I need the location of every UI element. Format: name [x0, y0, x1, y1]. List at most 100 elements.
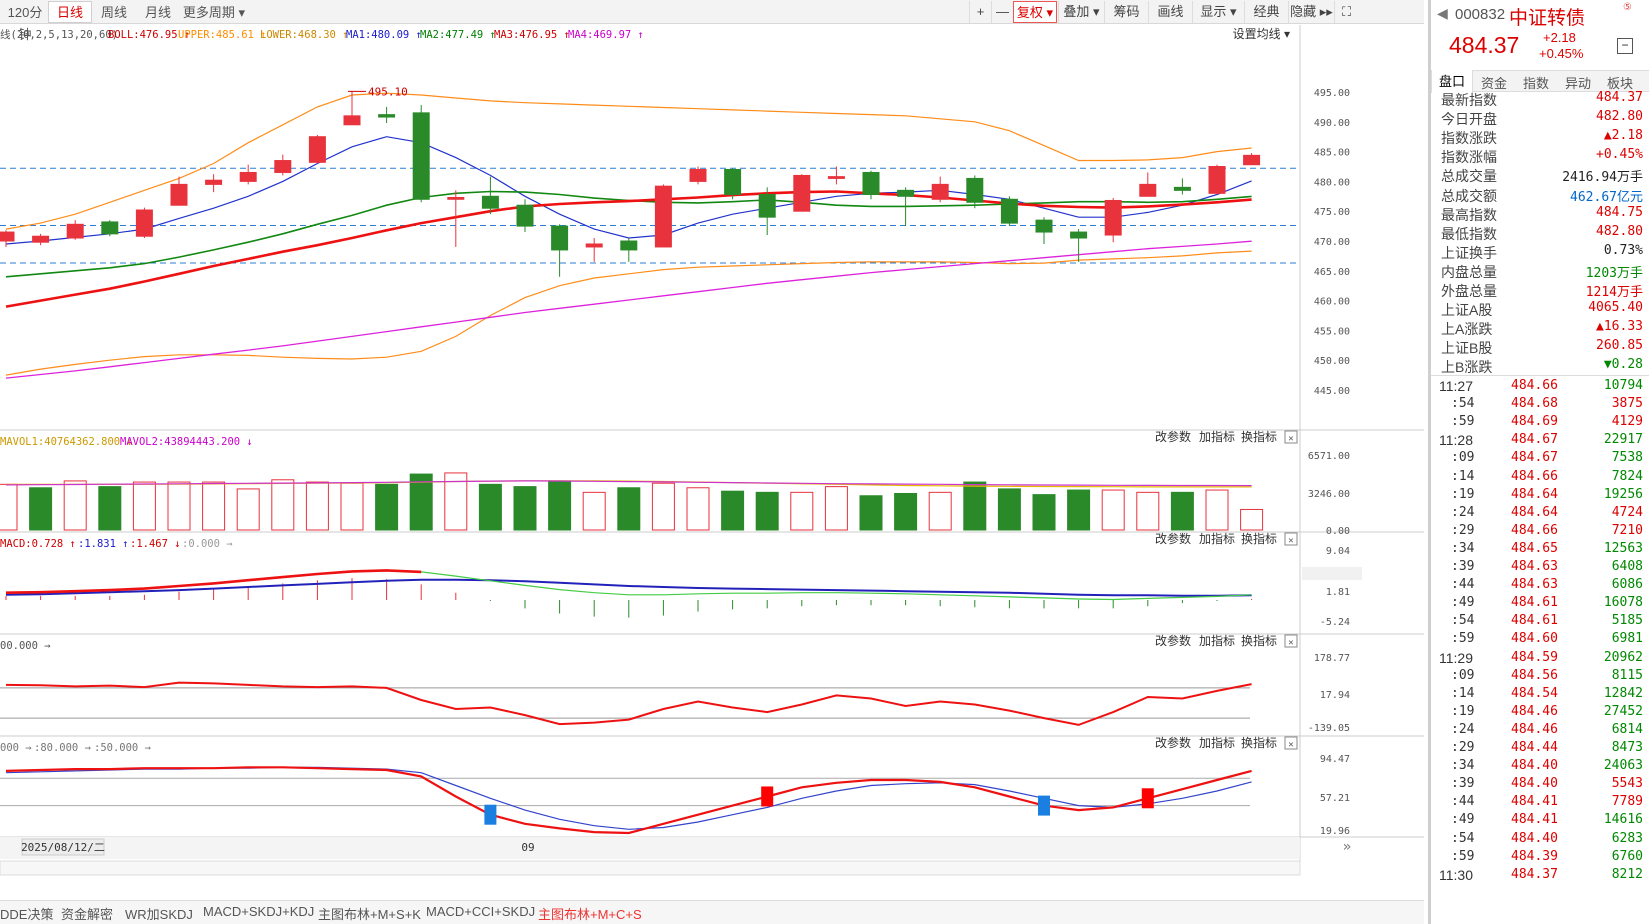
volume-bar-down — [721, 490, 745, 531]
zoom-out-button[interactable]: — — [991, 1, 1013, 23]
quote-row: 今日开盘 482.80 — [1431, 108, 1649, 127]
template-tab-fund[interactable]: 资金解密 — [61, 904, 113, 923]
chips-button[interactable]: 筹码 — [1104, 1, 1148, 23]
volume-bar-up — [167, 481, 191, 531]
tick-time: :09 — [1451, 450, 1475, 466]
candle-body — [447, 196, 465, 200]
quote-label: 总成交量 — [1441, 168, 1497, 185]
tick-row: :59 484.39 6760 — [1431, 848, 1649, 866]
scroll-right-icon[interactable]: » — [1343, 839, 1351, 855]
switch-indicator-button[interactable]: 换指标 — [1241, 633, 1277, 648]
ma-settings-dropdown[interactable]: 设置均线 ▾ — [1233, 27, 1290, 41]
quote-value: 2416.94万手 — [1562, 170, 1643, 186]
close-icon[interactable]: ✕ — [1288, 434, 1293, 444]
kdj-legend-item: :50.000 → — [94, 742, 151, 754]
add-indicator-button[interactable]: 加指标 — [1199, 531, 1235, 546]
quote-value: 1214万手 — [1585, 285, 1643, 300]
cci-axis-tick: 17.94 — [1320, 690, 1350, 701]
template-tab-boll-msk[interactable]: 主图布林+M+S+K — [318, 904, 421, 923]
template-tab-macd-cci-skdj[interactable]: MACD+CCI+SKDJ — [426, 904, 535, 919]
volume-bar-up — [928, 491, 952, 531]
candle-body — [274, 160, 292, 173]
tick-time: 11:27 — [1439, 378, 1473, 394]
quote-label: 总成交额 — [1441, 187, 1497, 204]
zoom-in-button[interactable]: + — [969, 1, 991, 23]
chart-area[interactable]: 495.00 490.00 485.00 480.00 475.00 470.00 465.… — [0, 25, 1424, 900]
change-params-button[interactable]: 改参数 — [1155, 633, 1191, 648]
quote-row: 最新指数 484.37 — [1431, 89, 1649, 108]
macd-axis-tick: 1.81 — [1326, 587, 1350, 598]
boll-upper-line — [5, 92, 1252, 230]
period-tab-weekly[interactable]: 周线 — [92, 1, 136, 23]
tick-row: :39 484.63 6408 — [1431, 558, 1649, 576]
quote-value: 1203万手 — [1585, 265, 1643, 281]
tick-volume: 3875 — [1611, 396, 1643, 412]
fullscreen-icon[interactable]: ⛶ — [1334, 1, 1358, 23]
quote-label: 内盘总量 — [1441, 263, 1497, 280]
price-axis-tick: 475.00 — [1314, 207, 1350, 218]
close-icon[interactable]: ✕ — [1288, 740, 1293, 750]
tick-price: 484.41 — [1511, 812, 1558, 828]
volume-bar-down — [478, 483, 502, 531]
close-icon[interactable]: ✕ — [1288, 536, 1293, 546]
period-more-dropdown[interactable]: 更多周期 ▾ — [181, 1, 247, 23]
tick-price: 484.56 — [1511, 667, 1558, 683]
tick-volume: 24063 — [1603, 758, 1643, 774]
close-icon[interactable]: ✕ — [1288, 638, 1293, 648]
template-tab-macd-skdj-kdj[interactable]: MACD+SKDJ+KDJ — [203, 904, 314, 919]
kdj-cross-marker — [761, 786, 774, 807]
candle-body — [135, 209, 153, 237]
prev-stock-icon[interactable]: ◀ — [1437, 5, 1448, 22]
candle-body — [205, 179, 223, 185]
tick-volume: 12842 — [1603, 685, 1643, 701]
switch-indicator-button[interactable]: 换指标 — [1241, 735, 1277, 750]
candle-body — [551, 225, 569, 251]
add-indicator-button[interactable]: 加指标 — [1199, 633, 1235, 648]
quote-value: ▲16.33 — [1596, 319, 1643, 335]
volume-bar-up — [271, 479, 295, 531]
switch-indicator-button[interactable]: 换指标 — [1241, 531, 1277, 546]
tick-volume: 6283 — [1611, 830, 1643, 846]
candle-body — [101, 221, 119, 235]
volume-bar-down — [617, 487, 641, 531]
tick-volume: 5543 — [1611, 776, 1643, 792]
quote-value: ▼0.28 — [1603, 357, 1643, 373]
quote-label: 指数涨幅 — [1441, 149, 1497, 166]
tick-row: :49 484.61 16078 — [1431, 594, 1649, 612]
template-tab-boll-mcs[interactable]: 主图布林+M+C+S — [538, 904, 642, 923]
change-params-button[interactable]: 改参数 — [1155, 429, 1191, 444]
template-tab-wr-skdj[interactable]: WR加SKDJ — [125, 904, 193, 923]
candle-body — [966, 177, 984, 203]
period-tab-monthly[interactable]: 月线 — [136, 1, 180, 23]
candle-body — [827, 176, 845, 179]
classic-button[interactable]: 经典 — [1244, 1, 1288, 23]
overlay-dropdown[interactable]: 叠加 ▾ — [1058, 1, 1104, 23]
horizontal-scrollbar[interactable] — [0, 860, 1301, 876]
change-params-button[interactable]: 改参数 — [1155, 531, 1191, 546]
hide-button[interactable]: 隐藏 ▸▸ — [1288, 1, 1334, 23]
change-params-button[interactable]: 改参数 — [1155, 735, 1191, 750]
tick-volume: 22917 — [1603, 432, 1643, 448]
candle-body — [724, 168, 742, 196]
volume-bar-up — [1240, 508, 1264, 531]
display-dropdown[interactable]: 显示 ▾ — [1192, 1, 1244, 23]
switch-indicator-button[interactable]: 换指标 — [1241, 429, 1277, 444]
tick-price: 484.69 — [1511, 414, 1558, 430]
period-tab-120min[interactable]: 120分钟 — [2, 1, 48, 42]
candle-body — [793, 174, 811, 212]
collapse-icon[interactable]: − — [1617, 38, 1633, 54]
quote-row: 上证A股 4065.40 — [1431, 299, 1649, 318]
add-indicator-button[interactable]: 加指标 — [1199, 429, 1235, 444]
quote-value: ▲2.18 — [1603, 128, 1643, 144]
volume-bar-up — [1205, 489, 1229, 531]
tick-row: :49 484.41 14616 — [1431, 811, 1649, 829]
draw-line-button[interactable]: 画线 — [1148, 1, 1192, 23]
volume-bar-up — [651, 482, 675, 531]
add-indicator-button[interactable]: 加指标 — [1199, 735, 1235, 750]
notify-icon[interactable]: ⑤ — [1623, 2, 1632, 13]
tick-volume: 4129 — [1611, 414, 1643, 430]
adjust-rights-dropdown[interactable]: 复权 ▾ — [1013, 1, 1057, 23]
period-tab-daily[interactable]: 日线 — [48, 1, 92, 23]
template-tab-dde[interactable]: DDE决策 — [0, 904, 53, 923]
macd-legend-item: :1.467 ↓ — [130, 538, 181, 550]
